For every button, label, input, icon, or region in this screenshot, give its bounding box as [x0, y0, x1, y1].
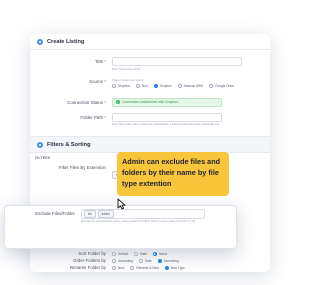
- rename-folder-radios: New Rename & New New Type: [112, 265, 185, 270]
- radio-icon: [112, 83, 116, 88]
- exclude-hint: Enter here file extension/folder names, …: [81, 220, 196, 223]
- source-hint: Please choose your source: [112, 78, 144, 82]
- order-folders-label: Order Folders by: [73, 258, 106, 263]
- radio-icon: [130, 265, 135, 270]
- folder-path-label: Folder Path *: [80, 114, 106, 120]
- radio-selected-icon: [164, 265, 169, 270]
- exclude-input[interactable]: txt folder: [81, 209, 205, 219]
- title-input[interactable]: [112, 57, 242, 66]
- source-option[interactable]: Dropbox: [153, 83, 172, 88]
- connection-status-badge: ✓ Connection established with Dropbox.: [112, 97, 222, 107]
- rename-folder-row: Rename Folder by New Rename & New New Ty…: [30, 264, 270, 271]
- radio-selected-icon: [157, 258, 162, 263]
- radio-icon: [177, 83, 182, 88]
- section-toggle-icon: [37, 38, 43, 45]
- sort-option[interactable]: Date: [134, 251, 147, 256]
- exclude-tag[interactable]: txt: [84, 210, 96, 218]
- source-label: Source *: [89, 78, 106, 84]
- source-option[interactable]: Google Drive: [209, 83, 234, 88]
- rename-option[interactable]: Rename & New: [130, 265, 159, 270]
- exclude-label: Exclude Files/Folder: [35, 211, 75, 216]
- rename-option[interactable]: New Type: [164, 265, 185, 270]
- radio-icon: [112, 251, 116, 256]
- section-title: Filters & Sorting: [47, 141, 91, 148]
- exclude-highlight-panel: Exclude Files/Folder txt folder Enter he…: [4, 205, 237, 249]
- title-label: Title *: [94, 59, 106, 64]
- section-title: Create Listing: [47, 38, 85, 45]
- connection-row: Connection Status * ✓ Connection establi…: [30, 97, 270, 107]
- title-row: Title * Enter New Access Share: [30, 57, 270, 71]
- exclude-tag[interactable]: folder: [97, 210, 115, 218]
- order-option[interactable]: Ascending: [157, 258, 179, 263]
- folder-path-hint: Enter New Folder Name. (Example: Path/to…: [112, 123, 220, 126]
- radio-selected-icon: [152, 251, 157, 256]
- connection-label: Connection Status *: [67, 99, 106, 105]
- sort-folder-label: Sort Folder by: [78, 251, 106, 256]
- source-option[interactable]: Amazon AWS: [177, 83, 203, 88]
- sorting-block: Sort Folder by Default Date Name Order F…: [30, 250, 270, 271]
- order-option[interactable]: Date: [138, 258, 152, 263]
- radio-selected-icon: [153, 83, 158, 88]
- section-toggle-icon: [37, 141, 43, 148]
- source-radio-group: Dropbox Box Dropbox Amazon AWS Google Dr…: [112, 83, 234, 88]
- folder-path-input[interactable]: [112, 112, 222, 122]
- filter-extension-label: Filter Files By Extension: [58, 165, 106, 170]
- order-option[interactable]: Ascending: [112, 258, 133, 263]
- order-folders-radios: Ascending Date Ascending: [112, 258, 179, 263]
- exclude-row: Exclude Files/Folder txt folder Enter he…: [5, 209, 236, 223]
- radio-icon: [112, 265, 116, 270]
- radio-icon: [136, 83, 141, 88]
- radio-icon: [138, 258, 143, 263]
- title-hint: Enter New Access Share: [112, 67, 141, 71]
- radio-icon: [209, 83, 214, 88]
- source-option[interactable]: Box: [136, 83, 148, 88]
- check-icon: ✓: [116, 100, 120, 104]
- radio-icon: [134, 251, 139, 256]
- radio-icon: [112, 258, 116, 263]
- folder-path-row: Folder Path * Enter New Folder Name. (Ex…: [30, 112, 270, 126]
- sort-option[interactable]: Name: [152, 251, 167, 256]
- callout-tooltip: Admin can exclude files and folders by t…: [117, 152, 229, 196]
- sort-option[interactable]: Default: [112, 251, 128, 256]
- sort-folder-row: Sort Folder by Default Date Name: [30, 250, 270, 257]
- section-header-create-listing[interactable]: Create Listing: [30, 34, 270, 50]
- source-row: Source * Please choose your source Dropb…: [30, 77, 270, 88]
- order-folders-row: Order Folders by Ascending Date Ascendin…: [30, 257, 270, 264]
- rename-option[interactable]: New: [112, 265, 124, 270]
- cursor-icon: [117, 198, 126, 210]
- rename-folder-label: Rename Folder by: [69, 265, 106, 270]
- section-header-filters[interactable]: Filters & Sorting: [30, 136, 270, 153]
- source-option[interactable]: Dropbox: [112, 83, 130, 88]
- sort-folder-radios: Default Date Name: [112, 251, 167, 256]
